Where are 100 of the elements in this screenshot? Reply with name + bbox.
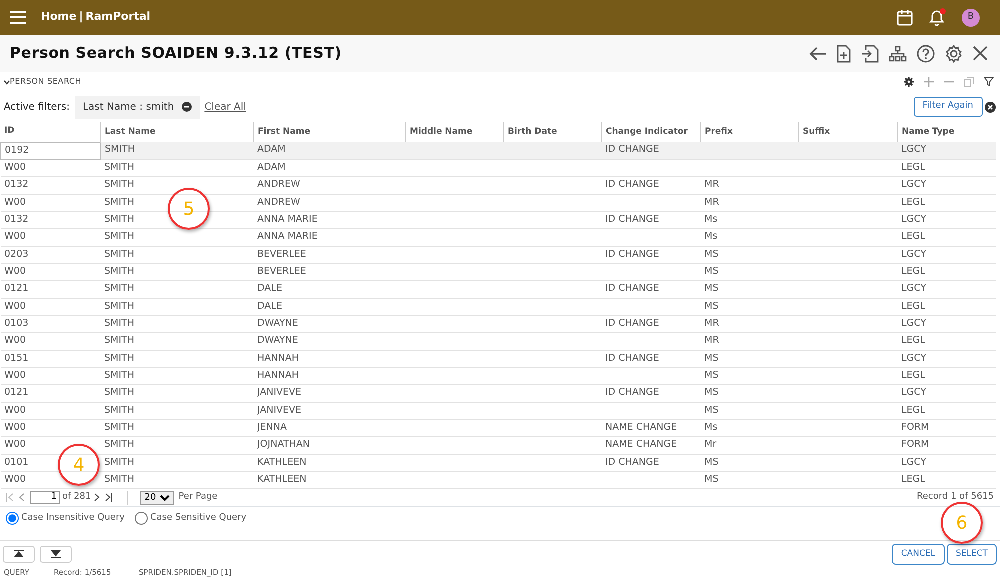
table-row[interactable]: 0121 SMITH DALE ID CHANGE MS LGCY [0,280,996,298]
document-arrow-icon[interactable] [860,44,878,62]
close-icon[interactable] [972,46,988,61]
table-cell: LEGL [898,194,996,212]
radio-label[interactable]: Case Sensitive Query [150,512,247,526]
table-row[interactable]: 0103 SMITH DWAYNE ID CHANGE MR LGCY [0,315,996,333]
breadcrumb-link[interactable]: RamPortal [86,9,151,26]
clear-all-link[interactable]: Clear All [204,100,246,114]
table-cell: ADAM [254,159,406,177]
scroll-top-button[interactable] [3,546,35,563]
back-icon[interactable] [808,46,826,62]
table-cell: SMITH [100,384,254,402]
remove-filter-icon[interactable] [182,102,192,112]
chevron-icon[interactable] [4,80,10,84]
table-row[interactable]: 0192 SMITH ADAM ID CHANGE LGCY [0,142,996,160]
table-row[interactable]: W00 SMITH JENNA NAME CHANGE Ms FORM [0,420,996,437]
table-row[interactable]: W00 SMITH DALE MS LEGL [0,298,996,316]
table-cell: SMITH [100,350,254,368]
table-cell: SMITH [100,315,254,333]
table-cell: 0132 [0,211,100,229]
column-header[interactable]: ID [0,122,100,142]
table-row[interactable]: 0121 SMITH JANIVEVE ID CHANGE MS LGCY [0,384,996,402]
next-page-icon[interactable] [94,493,100,502]
table-cell: W00 [0,159,100,177]
table-cell: Ms [700,228,798,246]
dialog-button[interactable]: SELECT [947,544,997,565]
table-cell: MS [700,367,798,385]
filter-again-button[interactable]: Filter Again [914,97,982,117]
gear-icon[interactable] [904,77,914,87]
table-row[interactable]: 0132 SMITH ANDREW ID CHANGE MR LGCY [0,176,996,194]
table-cell: MS [700,472,798,489]
table-cell: ANDREW [254,194,406,212]
table-cell: W00 [0,472,100,489]
table-cell: MS [700,350,798,368]
dialog-button[interactable]: CANCEL [892,544,944,565]
table-cell: SMITH [100,298,254,316]
table-cell: LEGL [898,298,996,316]
table-cell: JANIVEVE [254,402,406,420]
table-cell: Mr [700,436,798,454]
table-cell: DALE [254,298,406,316]
table-cell: ID CHANGE [602,246,700,264]
table-cell: SMITH [100,332,254,350]
previous-page-icon[interactable] [19,493,25,502]
table-cell: 0132 [0,176,100,194]
radio-label[interactable]: Case Insensitive Query [22,512,125,526]
table-row[interactable]: W00 SMITH KATHLEEN MS LEGL [0,472,996,489]
page-input[interactable]: 1 [30,491,60,504]
table-cell: LGCY [898,315,996,333]
radio-button[interactable] [134,512,148,525]
table-row[interactable]: W00 SMITH JOJNATHAN NAME CHANGE Mr FORM [0,436,996,454]
table-cell: LEGL [898,159,996,177]
table-cell: MR [700,176,798,194]
table-row[interactable]: W00 SMITH ANNA MARIE Ms LEGL [0,228,996,246]
table-cell: ID CHANGE [602,454,700,472]
table-cell: JANIVEVE [254,384,406,402]
page-count: of 281 [62,491,92,504]
table-cell: SMITH [100,367,254,385]
table-row[interactable]: W00 SMITH HANNAH MS LEGL [0,367,996,385]
table-row[interactable]: 0203 SMITH BEVERLEE ID CHANGE MS LGCY [0,246,996,264]
close-circle-icon[interactable] [985,102,996,112]
table-cell: SMITH [100,176,254,194]
filters-label: Active filters: [4,100,70,114]
table-cell: LGCY [898,384,996,402]
table-cell: FORM [898,420,996,437]
table-cell: MS [700,454,798,472]
table-cell: MR [700,332,798,350]
table-cell: 0151 [0,350,100,368]
table-cell: MS [700,263,798,281]
help-icon[interactable] [916,44,934,62]
table-cell: ID CHANGE [602,142,700,160]
scroll-bottom-button[interactable] [40,546,72,563]
table-cell: W00 [0,420,100,437]
hierarchy-icon[interactable] [888,46,906,62]
table-cell: MS [700,280,798,298]
filter-icon[interactable] [984,77,994,87]
settings-icon[interactable] [944,44,962,62]
bell-icon[interactable] [928,8,947,27]
table-cell: LGCY [898,142,996,160]
table-cell: 0103 [0,315,100,333]
table-row[interactable]: W00 SMITH BEVERLEE MS LEGL [0,263,996,281]
table-cell: KATHLEEN [254,454,406,472]
table-row[interactable]: W00 SMITH JANIVEVE MS LEGL [0,402,996,420]
table-row[interactable]: W00 SMITH DWAYNE MR LEGL [0,332,996,350]
page-title: Person Search SOAIDEN 9.3.12 (TEST) [10,43,342,64]
table-cell: 0121 [0,280,100,298]
breadcrumb-link[interactable]: Home [41,9,77,26]
section-title[interactable]: PERSON SEARCH [10,76,82,88]
per-page-select[interactable]: 20 [140,490,174,505]
table-cell: FORM [898,436,996,454]
table-cell: SMITH [100,228,254,246]
last-page-icon[interactable] [104,493,113,502]
document-plus-icon[interactable] [836,44,850,62]
table-cell: MS [700,298,798,316]
avatar[interactable]: B [962,8,980,26]
calendar-icon[interactable] [897,9,913,26]
radio-button[interactable] [6,512,19,525]
menu-icon[interactable] [10,11,26,24]
table-cell: 0203 [0,246,100,264]
table-row[interactable]: W00 SMITH ADAM LEGL [0,159,996,177]
table-row[interactable]: 0151 SMITH HANNAH ID CHANGE MS LGCY [0,350,996,368]
